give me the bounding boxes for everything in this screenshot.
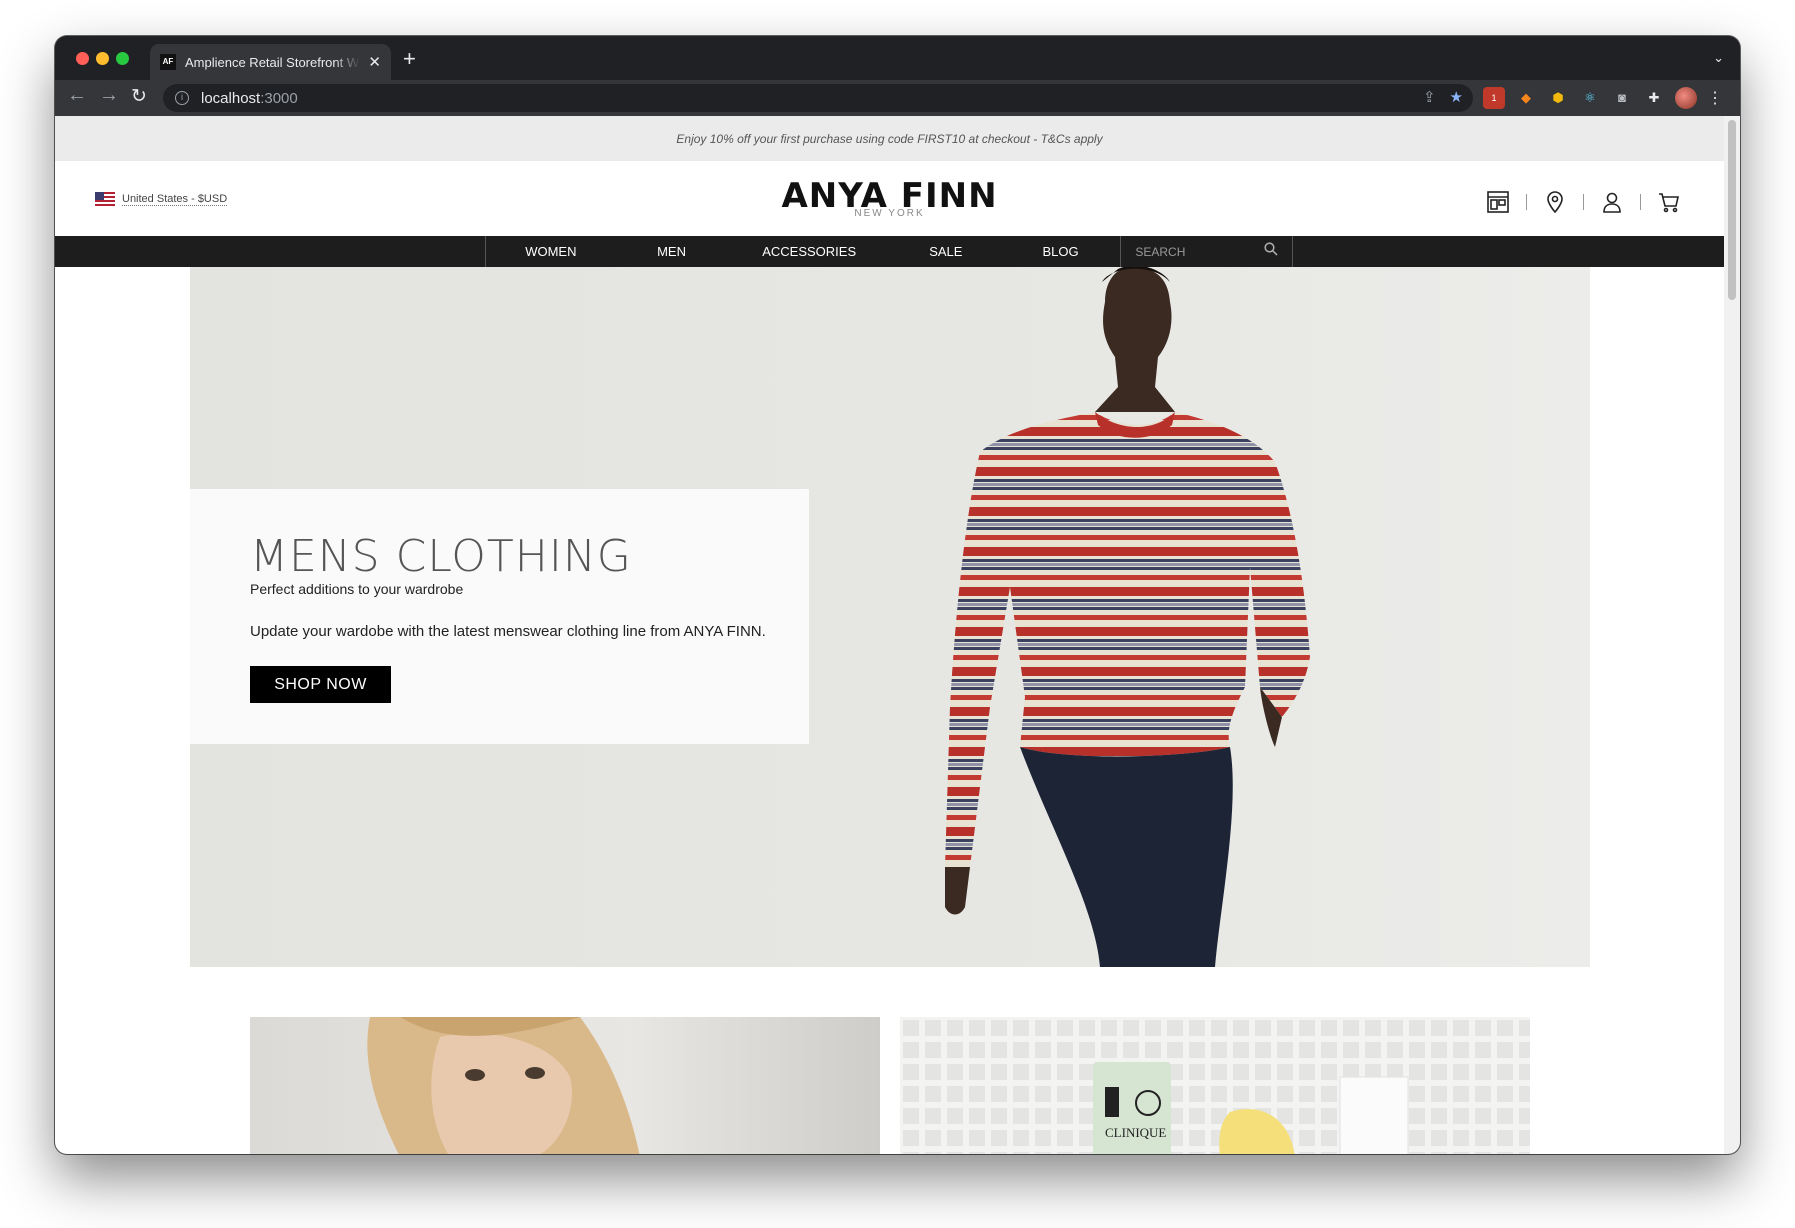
hero-banner[interactable]: MENS CLOTHING Perfect additions to your … [190,267,1590,967]
extension-cube-icon[interactable]: ⬢ [1547,87,1569,109]
extensions-bar: 1 ◆ ⬢ ⚛ ◙ ✚ ⋮ [1483,87,1723,109]
nav-item-men[interactable]: MEN [616,244,728,259]
nav-menu: WOMEN MEN ACCESSORIES SALE BLOG [485,236,1293,267]
extension-camera-icon[interactable]: ◙ [1611,87,1633,109]
search-input[interactable] [1135,244,1256,259]
nav-item-women[interactable]: WOMEN [486,244,616,259]
browser-tab[interactable]: AF Amplience Retail Storefront Web ✕ [150,44,391,80]
extensions-puzzle-icon[interactable]: ✚ [1643,87,1665,109]
scrollbar-thumb[interactable] [1728,120,1736,300]
browser-menu-icon[interactable]: ⋮ [1707,88,1723,108]
nav-item-blog[interactable]: BLOG [1001,244,1121,259]
hero-content-card: MENS CLOTHING Perfect additions to your … [190,489,809,744]
new-tab-icon[interactable]: + [403,46,416,72]
profile-avatar[interactable] [1675,87,1697,109]
tab-title: Amplience Retail Storefront Web [185,54,361,70]
header-divider [1526,194,1527,210]
url-host: localhost [201,89,261,107]
nav-item-accessories[interactable]: ACCESSORIES [727,244,891,259]
forward-arrow-icon[interactable]: → [99,84,119,107]
tab-strip: AF Amplience Retail Storefront Web ✕ + ⌄ [55,36,1740,80]
main-navigation: WOMEN MEN ACCESSORIES SALE BLOG [55,236,1724,267]
browser-window: AF Amplience Retail Storefront Web ✕ + ⌄… [55,36,1740,1154]
header-actions [1485,189,1682,215]
site-logo[interactable]: ANYA FINN NEW YORK [55,178,1724,219]
logo-tagline: NEW YORK [854,208,925,219]
account-icon[interactable] [1599,189,1625,215]
maximize-window-button[interactable] [116,52,129,65]
clinique-label: CLINIQUE [1105,1125,1166,1140]
tile-woman-image [367,1017,640,1154]
search-icon[interactable] [1264,242,1278,261]
hero-title: MENS CLOTHING [250,531,632,582]
extension-fox-icon[interactable]: ◆ [1515,87,1537,109]
extension-react-icon[interactable]: ⚛ [1579,87,1601,109]
browser-toolbar: ← → ↻ i localhost:3000 ⇪ ★ 1 ◆ ⬢ ⚛ ◙ ✚ ⋮ [55,80,1740,116]
promo-tile-women[interactable] [250,1017,880,1154]
back-arrow-icon[interactable]: ← [67,84,87,107]
cart-icon[interactable] [1656,189,1682,215]
hero-description: Update your wardobe with the latest mens… [250,623,766,640]
url-port: :3000 [260,89,298,107]
tab-close-icon[interactable]: ✕ [368,53,381,71]
extension-calendar-icon[interactable]: 1 [1483,87,1505,109]
hero-model-image [945,267,1310,967]
tile-beauty-image: CLINIQUE [900,1017,1530,1154]
bookmark-star-icon[interactable]: ★ [1450,88,1463,106]
shop-now-button[interactable]: SHOP NOW [250,666,391,703]
close-window-button[interactable] [76,52,89,65]
page-scrollbar[interactable] [1724,116,1740,1154]
hero-subtitle: Perfect additions to your wardrobe [250,581,464,597]
header-divider [1640,194,1641,210]
header-divider [1583,194,1584,210]
reload-icon[interactable]: ↻ [131,85,147,108]
store-locator-icon[interactable] [1485,189,1511,215]
tab-favicon-icon: AF [160,54,176,70]
nav-item-sale[interactable]: SALE [891,244,1001,259]
web-page: Enjoy 10% off your first purchase using … [55,116,1724,1154]
promo-tile-beauty[interactable]: CLINIQUE [900,1017,1530,1154]
address-bar[interactable]: i localhost:3000 ⇪ ★ [163,84,1473,112]
site-info-icon[interactable]: i [175,91,189,105]
minimize-window-button[interactable] [96,52,109,65]
location-pin-icon[interactable] [1542,189,1568,215]
promo-banner: Enjoy 10% off your first purchase using … [55,116,1724,161]
nav-search [1120,236,1292,267]
site-header: United States - $USD ANYA FINN NEW YORK [55,161,1724,236]
tab-search-chevron-icon[interactable]: ⌄ [1713,50,1724,66]
share-icon[interactable]: ⇪ [1423,88,1436,106]
